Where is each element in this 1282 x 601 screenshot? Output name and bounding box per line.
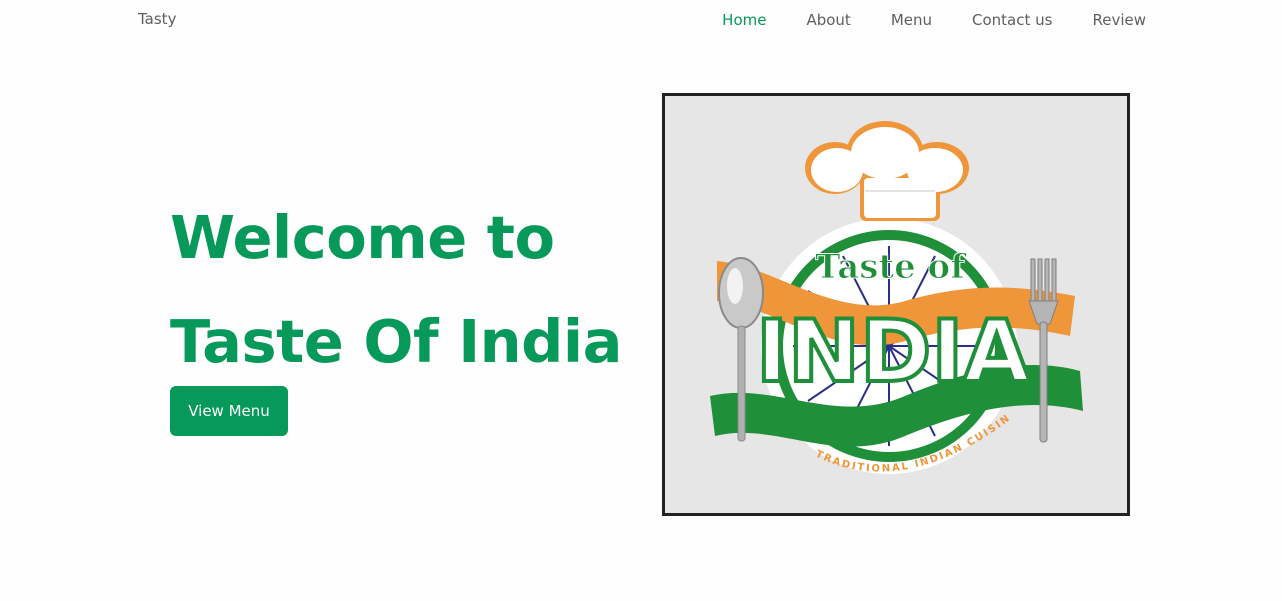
- hero-title-line-1: Welcome to: [170, 203, 555, 272]
- nav-item-contact: Contact us: [972, 10, 1052, 29]
- restaurant-logo-image: Taste of INDIA TRADITIONAL INDIAN CUISIN…: [662, 93, 1130, 516]
- chef-hat-icon: [805, 121, 969, 221]
- nav-link-review[interactable]: Review: [1092, 11, 1146, 29]
- top-navbar: Tasty Home About Menu Contact us Review: [0, 0, 1282, 40]
- nav-item-review: Review: [1092, 10, 1146, 29]
- fork-icon: [1028, 258, 1059, 443]
- hero-title: Welcome to Taste Of India: [170, 186, 622, 394]
- nav-link-home[interactable]: Home: [722, 11, 766, 29]
- hero-title-line-2: Taste Of India: [170, 307, 622, 376]
- logo-top-text: Taste of: [815, 247, 967, 287]
- logo-main-text: INDIA: [756, 302, 1030, 402]
- nav-links: Home About Menu Contact us Review: [722, 10, 1146, 29]
- taste-of-india-logo: Taste of INDIA TRADITIONAL INDIAN CUISIN…: [665, 96, 1083, 475]
- nav-link-menu[interactable]: Menu: [891, 11, 932, 29]
- nav-item-home: Home: [722, 10, 766, 29]
- nav-link-contact[interactable]: Contact us: [972, 11, 1052, 29]
- brand-logo-link[interactable]: Tasty: [138, 10, 176, 28]
- nav-item-about: About: [806, 10, 850, 29]
- view-menu-button[interactable]: View Menu: [170, 386, 288, 436]
- nav-link-about[interactable]: About: [806, 11, 850, 29]
- nav-item-menu: Menu: [891, 10, 932, 29]
